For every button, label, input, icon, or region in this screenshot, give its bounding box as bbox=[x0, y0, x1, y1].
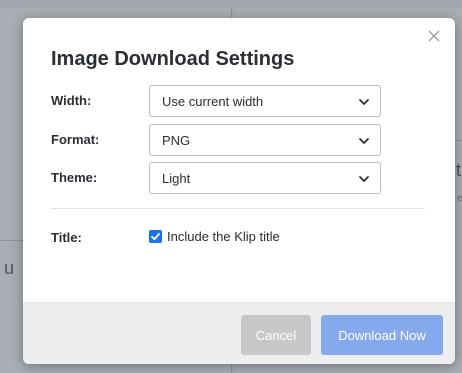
width-select[interactable]: Use current width bbox=[149, 85, 381, 117]
background-text-fragment: ti bbox=[456, 160, 462, 180]
width-select-value: Use current width bbox=[162, 94, 264, 109]
theme-select-value: Light bbox=[162, 171, 191, 186]
theme-label: Theme: bbox=[51, 170, 98, 185]
background-text-fragment: e bbox=[457, 193, 462, 204]
format-row: Format: PNG bbox=[51, 124, 431, 156]
theme-row: Theme: Light bbox=[51, 162, 431, 194]
cancel-button[interactable]: Cancel bbox=[241, 315, 311, 355]
include-title-checkbox-label: Include the Klip title bbox=[167, 229, 280, 244]
format-select[interactable]: PNG bbox=[149, 124, 381, 156]
close-icon bbox=[426, 28, 442, 44]
background-text-fragment: u bbox=[4, 258, 15, 278]
format-label: Format: bbox=[51, 132, 100, 147]
image-download-settings-dialog: Image Download Settings Width: Use curre… bbox=[23, 18, 455, 364]
close-button[interactable] bbox=[426, 28, 442, 44]
theme-select[interactable]: Light bbox=[149, 162, 381, 194]
chevron-down-icon bbox=[358, 173, 370, 185]
title-row: Title: Include the Klip title bbox=[51, 228, 431, 248]
include-title-checkbox[interactable] bbox=[149, 230, 162, 243]
chevron-down-icon bbox=[358, 96, 370, 108]
dialog-footer: Cancel Download Now bbox=[23, 302, 455, 364]
chevron-down-icon bbox=[358, 135, 370, 147]
format-select-value: PNG bbox=[162, 133, 191, 148]
title-label: Title: bbox=[51, 230, 82, 245]
width-row: Width: Use current width bbox=[51, 85, 431, 117]
dialog-title: Image Download Settings bbox=[51, 48, 295, 70]
width-label: Width: bbox=[51, 93, 92, 108]
section-divider bbox=[51, 208, 425, 209]
download-now-button[interactable]: Download Now bbox=[321, 315, 443, 355]
